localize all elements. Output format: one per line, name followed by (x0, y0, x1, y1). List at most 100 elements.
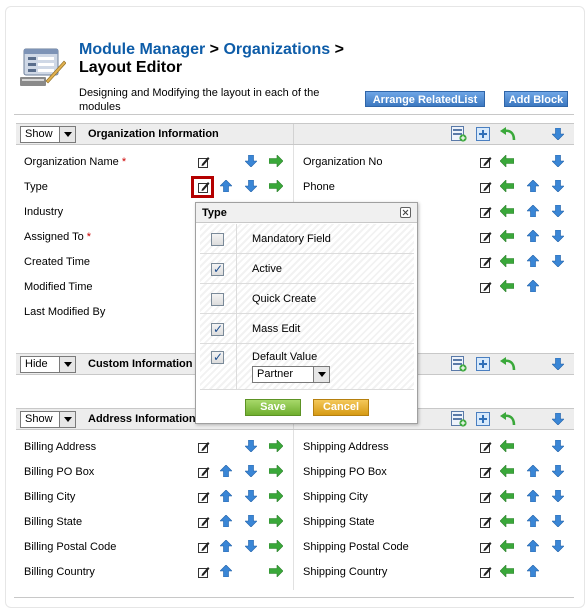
edit-field-icon[interactable] (480, 156, 492, 168)
edit-field-icon[interactable] (480, 466, 492, 478)
add-field-icon[interactable] (451, 356, 467, 372)
edit-field-icon[interactable] (480, 516, 492, 528)
move-block-down-icon[interactable] (552, 413, 564, 425)
add-block-icon[interactable] (476, 127, 490, 141)
edit-field-icon[interactable] (198, 441, 210, 453)
move-up-icon[interactable] (220, 565, 232, 577)
move-down-icon[interactable] (245, 540, 257, 552)
edit-field-icon[interactable] (198, 516, 210, 528)
move-left-icon[interactable] (500, 205, 514, 217)
default-value-select[interactable]: Partner (252, 366, 330, 383)
add-field-icon[interactable] (451, 411, 467, 427)
move-down-icon[interactable] (245, 155, 257, 167)
move-block-down-icon[interactable] (552, 128, 564, 140)
section-toggle-select[interactable]: Hide (20, 356, 76, 373)
add-block-button[interactable]: Add Block (504, 91, 568, 107)
move-left-icon[interactable] (500, 515, 514, 527)
move-right-icon[interactable] (269, 465, 283, 477)
move-right-icon[interactable] (269, 565, 283, 577)
move-down-icon[interactable] (245, 180, 257, 192)
move-left-icon[interactable] (500, 540, 514, 552)
mass-edit-checkbox[interactable] (211, 322, 224, 336)
move-down-icon[interactable] (245, 440, 257, 452)
move-left-icon[interactable] (500, 255, 514, 267)
move-up-icon[interactable] (527, 465, 539, 477)
move-down-icon[interactable] (245, 465, 257, 477)
move-down-icon[interactable] (552, 465, 564, 477)
edit-field-icon[interactable] (480, 441, 492, 453)
move-up-icon[interactable] (527, 565, 539, 577)
move-right-icon[interactable] (269, 540, 283, 552)
move-up-icon[interactable] (527, 180, 539, 192)
edit-field-icon[interactable] (480, 206, 492, 218)
edit-field-icon[interactable] (480, 541, 492, 553)
move-down-icon[interactable] (552, 230, 564, 242)
move-up-icon[interactable] (527, 205, 539, 217)
edit-field-icon[interactable] (480, 491, 492, 503)
section-toggle-select[interactable]: Show (20, 411, 76, 428)
edit-field-icon[interactable] (480, 231, 492, 243)
move-right-icon[interactable] (269, 515, 283, 527)
move-right-icon[interactable] (269, 490, 283, 502)
move-up-icon[interactable] (220, 540, 232, 552)
move-up-icon[interactable] (527, 280, 539, 292)
move-left-icon[interactable] (500, 180, 514, 192)
move-up-icon[interactable] (527, 490, 539, 502)
move-left-icon[interactable] (500, 155, 514, 167)
move-block-icon[interactable] (500, 127, 516, 141)
move-up-icon[interactable] (220, 490, 232, 502)
edit-field-icon[interactable] (198, 466, 210, 478)
move-right-icon[interactable] (269, 155, 283, 167)
edit-field-icon[interactable] (198, 156, 210, 168)
move-down-icon[interactable] (552, 490, 564, 502)
move-block-icon[interactable] (500, 412, 516, 426)
move-up-icon[interactable] (220, 515, 232, 527)
move-down-icon[interactable] (552, 440, 564, 452)
move-right-icon[interactable] (269, 180, 283, 192)
edit-field-icon[interactable] (480, 181, 492, 193)
quick-create-checkbox[interactable] (211, 293, 224, 306)
breadcrumb-organizations[interactable]: Organizations (223, 41, 330, 58)
move-down-icon[interactable] (552, 205, 564, 217)
move-down-icon[interactable] (552, 540, 564, 552)
move-left-icon[interactable] (500, 490, 514, 502)
add-block-icon[interactable] (476, 412, 490, 426)
edit-field-icon[interactable] (198, 491, 210, 503)
move-left-icon[interactable] (500, 440, 514, 452)
move-up-icon[interactable] (527, 515, 539, 527)
move-down-icon[interactable] (552, 255, 564, 267)
arrange-relatedlist-button[interactable]: Arrange RelatedList (365, 91, 485, 107)
move-down-icon[interactable] (552, 155, 564, 167)
close-icon[interactable] (400, 207, 411, 218)
add-field-icon[interactable] (451, 126, 467, 142)
move-block-down-icon[interactable] (552, 358, 564, 370)
edit-field-icon[interactable] (480, 281, 492, 293)
move-down-icon[interactable] (552, 180, 564, 192)
cancel-button[interactable]: Cancel (313, 399, 369, 416)
move-down-icon[interactable] (552, 515, 564, 527)
move-up-icon[interactable] (220, 180, 232, 192)
move-down-icon[interactable] (245, 515, 257, 527)
move-up-icon[interactable] (527, 230, 539, 242)
move-left-icon[interactable] (500, 565, 514, 577)
active-checkbox[interactable] (211, 262, 224, 276)
move-down-icon[interactable] (245, 490, 257, 502)
move-left-icon[interactable] (500, 465, 514, 477)
edit-field-icon[interactable] (198, 541, 210, 553)
save-button[interactable]: Save (245, 399, 301, 416)
move-up-icon[interactable] (527, 255, 539, 267)
section-toggle-select[interactable]: Show (20, 126, 76, 143)
edit-field-icon[interactable] (480, 566, 492, 578)
edit-field-icon[interactable] (480, 256, 492, 268)
move-left-icon[interactable] (500, 230, 514, 242)
mandatory-field-checkbox[interactable] (211, 233, 224, 246)
default-value-checkbox[interactable] (211, 350, 224, 364)
add-block-icon[interactable] (476, 357, 490, 371)
move-left-icon[interactable] (500, 280, 514, 292)
breadcrumb-module-manager[interactable]: Module Manager (79, 41, 205, 58)
move-up-icon[interactable] (527, 540, 539, 552)
move-up-icon[interactable] (220, 465, 232, 477)
move-right-icon[interactable] (269, 440, 283, 452)
move-block-icon[interactable] (500, 357, 516, 371)
edit-field-icon[interactable] (198, 566, 210, 578)
